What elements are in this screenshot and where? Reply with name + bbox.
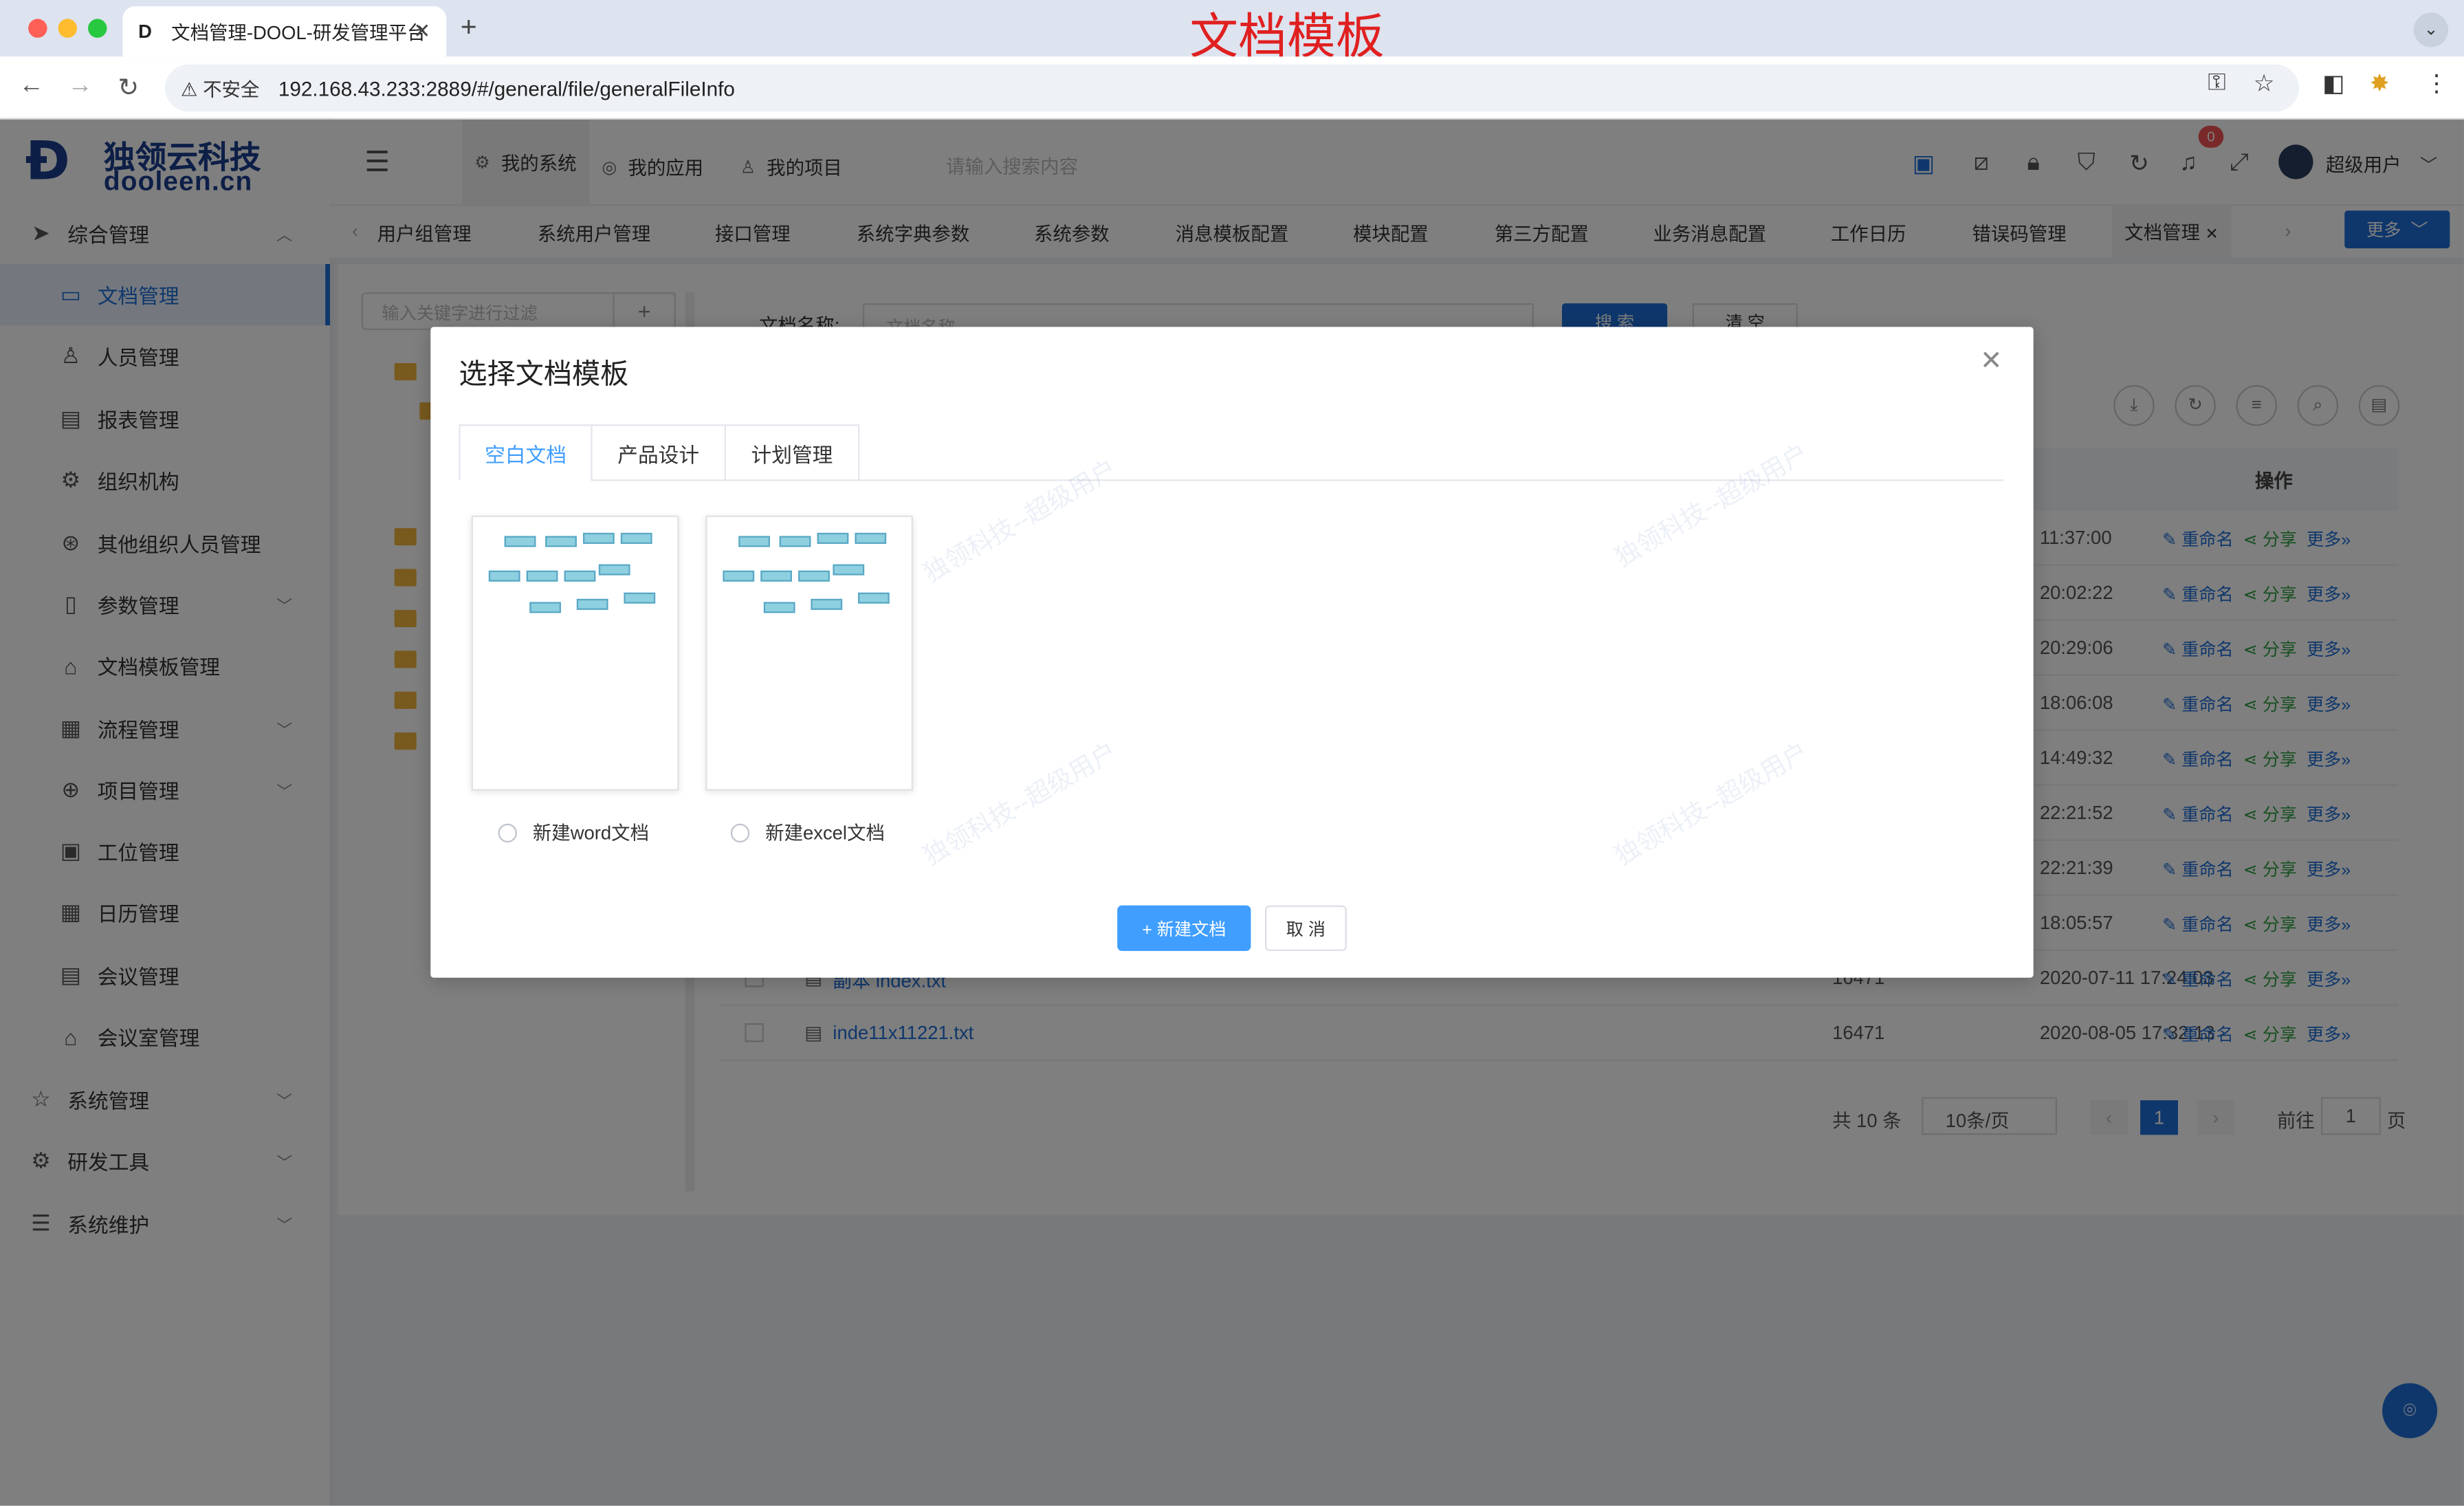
- word-template-card[interactable]: [471, 515, 679, 791]
- close-icon[interactable]: ✕: [1980, 346, 2003, 378]
- tab-title: 文档管理-DOOL-研发管理平台: [171, 21, 426, 43]
- extension-icon[interactable]: ✸: [2370, 69, 2390, 98]
- word-option-label: 新建word文档: [532, 822, 650, 844]
- insecure-warning[interactable]: ⚠ 不安全: [181, 75, 260, 102]
- excel-option-label: 新建excel文档: [765, 822, 885, 844]
- watermark-text: 独领科技--超级用户: [919, 739, 1122, 871]
- word-option[interactable]: 新建word文档: [498, 819, 649, 846]
- excel-option[interactable]: 新建excel文档: [730, 819, 885, 846]
- dialog-title: 选择文档模板: [459, 358, 629, 390]
- tab-plan-management[interactable]: 计划管理: [724, 424, 860, 481]
- close-tab-icon[interactable]: ✕: [413, 19, 430, 44]
- forward-icon[interactable]: →: [67, 72, 93, 100]
- bookmark-star-icon[interactable]: ☆: [2254, 69, 2275, 98]
- close-window-icon[interactable]: [28, 19, 47, 38]
- cancel-button[interactable]: 取 消: [1264, 905, 1347, 951]
- reload-icon[interactable]: ↻: [118, 72, 139, 104]
- address-bar: ← → ↻ ⚠ 不安全 192.168.43.233:2889/#/genera…: [0, 56, 2464, 120]
- radio-icon[interactable]: [498, 822, 517, 842]
- browser-titlebar: D 文档管理-DOOL-研发管理平台 ✕ + 文档模板 ⌄: [0, 0, 2464, 66]
- minimize-window-icon[interactable]: [58, 19, 77, 38]
- browser-tab[interactable]: D 文档管理-DOOL-研发管理平台 ✕: [122, 6, 447, 57]
- template-thumbnail: [485, 532, 668, 627]
- template-thumbnail: [720, 532, 902, 627]
- browser-menu-icon[interactable]: ⋮: [2425, 69, 2448, 98]
- key-icon[interactable]: ⚿: [2208, 69, 2225, 96]
- tab-product-design[interactable]: 产品设计: [591, 424, 726, 481]
- create-doc-button[interactable]: + 新建文档: [1117, 905, 1251, 951]
- url-field[interactable]: ⚠ 不安全 192.168.43.233:2889/#/general/file…: [164, 64, 2299, 112]
- maximize-window-icon[interactable]: [87, 19, 107, 38]
- excel-template-card[interactable]: [705, 515, 913, 791]
- template-dialog: 选择文档模板 ✕ 空白文档 产品设计 计划管理 独领科技--超级用户 独领科技-…: [430, 327, 2034, 978]
- radio-icon[interactable]: [730, 822, 750, 842]
- tab-blank-doc[interactable]: 空白文档: [459, 424, 593, 481]
- new-tab-icon[interactable]: +: [461, 11, 477, 44]
- tab-search-icon[interactable]: ⌄: [2413, 12, 2449, 47]
- favicon-icon: D: [138, 20, 152, 43]
- watermark-text: 独领科技--超级用户: [1611, 739, 1814, 871]
- url-text: 192.168.43.233:2889/#/general/file/gener…: [278, 76, 735, 100]
- back-icon[interactable]: ←: [19, 72, 44, 100]
- sidepanel-icon[interactable]: ◧: [2322, 69, 2344, 98]
